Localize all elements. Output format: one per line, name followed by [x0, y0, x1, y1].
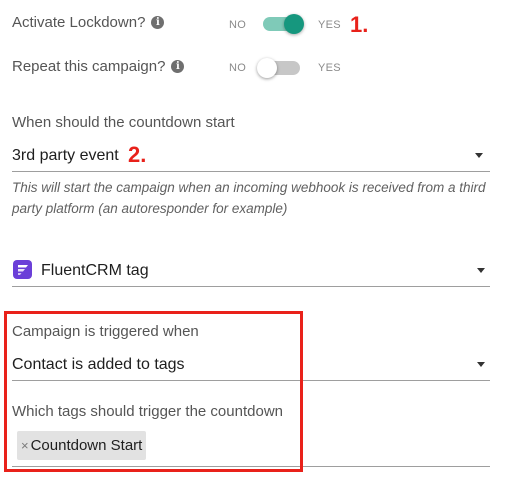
- tags-label: Which tags should trigger the countdown: [12, 403, 283, 420]
- repeat-toggle-knob: [257, 58, 277, 78]
- info-icon[interactable]: i: [171, 60, 185, 73]
- lockdown-label: Activate Lockdown?: [12, 14, 146, 31]
- trigger-select[interactable]: Contact is added to tags: [12, 349, 490, 381]
- fluentcrm-icon: [13, 260, 32, 279]
- lockdown-label-row: Activate Lockdown? i: [12, 14, 165, 31]
- countdown-start-value: 3rd party event: [12, 147, 119, 164]
- repeat-yes-label: YES: [318, 62, 341, 74]
- remove-tag-icon[interactable]: ×: [21, 438, 29, 453]
- integration-underline: [12, 286, 490, 287]
- chevron-down-icon: [477, 268, 485, 273]
- repeat-label-row: Repeat this campaign? i: [12, 58, 185, 75]
- integration-select[interactable]: FluentCRM tag: [12, 255, 490, 285]
- repeat-no-label: NO: [229, 62, 247, 74]
- chevron-down-icon: [477, 362, 485, 367]
- info-icon[interactable]: i: [151, 16, 165, 29]
- tags-input[interactable]: × Countdown Start: [12, 428, 490, 466]
- tags-underline: [12, 466, 490, 467]
- trigger-value: Contact is added to tags: [12, 356, 185, 373]
- repeat-toggle[interactable]: [256, 57, 302, 79]
- repeat-label: Repeat this campaign?: [12, 58, 166, 75]
- lockdown-toggle[interactable]: [262, 13, 306, 35]
- lockdown-yes-label: YES: [318, 19, 341, 31]
- integration-value: FluentCRM tag: [41, 262, 149, 279]
- lockdown-toggle-knob: [284, 14, 304, 34]
- annotation-2: 2.: [128, 142, 147, 167]
- tag-chip-label: Countdown Start: [30, 437, 143, 454]
- trigger-label: Campaign is triggered when: [12, 323, 199, 340]
- campaign-settings-form: Activate Lockdown? i NO YES 1. Repeat th…: [0, 0, 507, 479]
- countdown-start-label: When should the countdown start: [12, 114, 235, 131]
- annotation-1: 1.: [350, 12, 369, 37]
- chevron-down-icon: [475, 153, 483, 158]
- lockdown-no-label: NO: [229, 19, 247, 31]
- countdown-start-hint: This will start the campaign when an inc…: [12, 180, 486, 216]
- countdown-start-underline: [12, 171, 490, 172]
- tag-chip: × Countdown Start: [17, 431, 147, 460]
- countdown-start-select[interactable]: 3rd party event: [12, 140, 490, 172]
- trigger-underline: [12, 380, 490, 381]
